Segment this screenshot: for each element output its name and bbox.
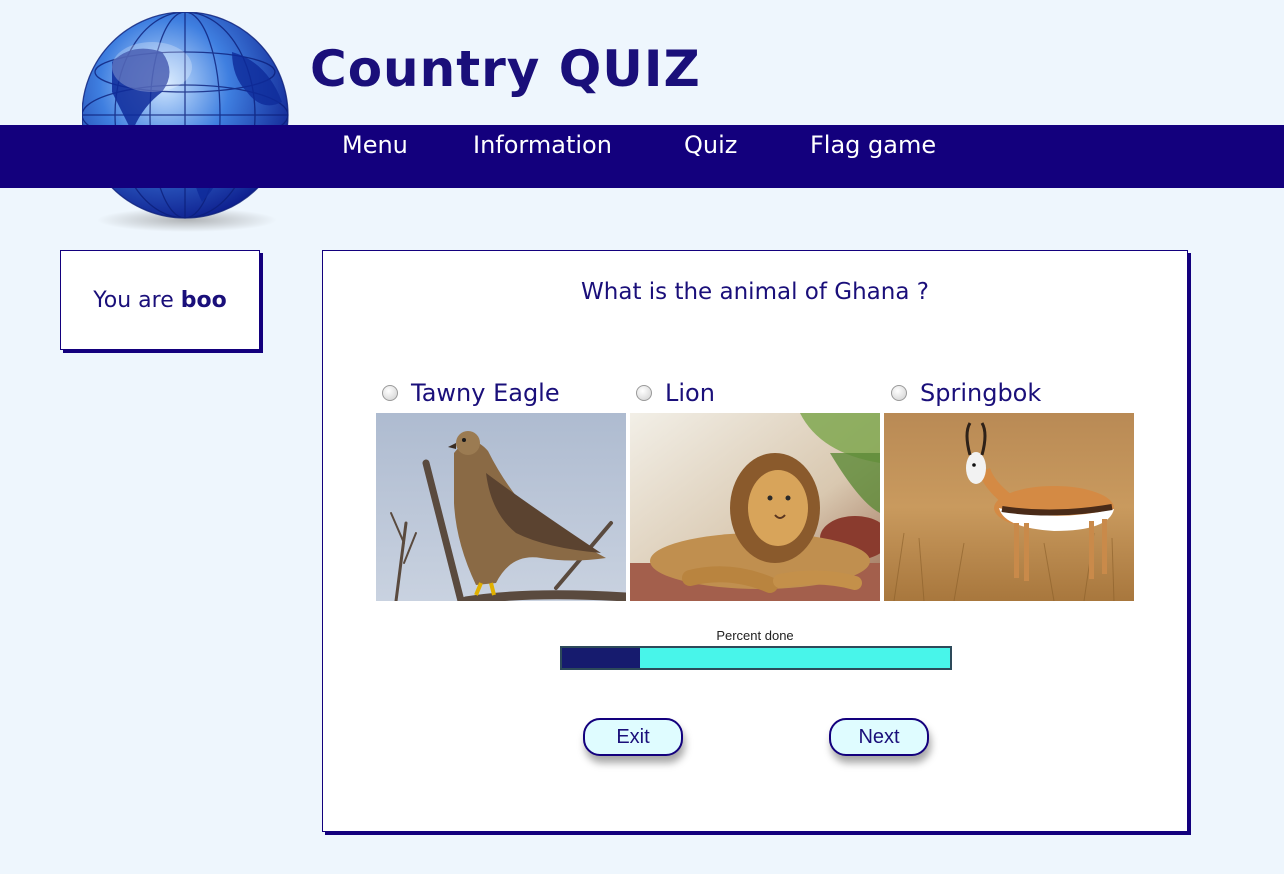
nav-quiz[interactable]: Quiz [684,125,737,188]
user-greeting-prefix: You are [93,287,174,313]
option-tawny-eagle[interactable]: Tawny Eagle [382,375,560,411]
springbok-image[interactable] [884,413,1134,601]
option-lion[interactable]: Lion [636,375,715,411]
user-name: boo [180,287,227,313]
progress-fill [562,648,640,668]
tawny-eagle-image[interactable] [376,413,626,601]
question-text: What is the animal of Ghana ? [581,279,929,305]
quiz-panel: What is the animal of Ghana ? Tawny Eagl… [322,250,1188,832]
nav-information[interactable]: Information [473,125,612,188]
option-radio[interactable] [891,385,907,401]
exit-button[interactable]: Exit [583,718,683,756]
navigation-bar: Menu Information Quiz Flag game [0,125,1284,188]
option-radio[interactable] [382,385,398,401]
option-label: Lion [665,379,715,407]
nav-menu[interactable]: Menu [342,125,408,188]
option-radio[interactable] [636,385,652,401]
progress-caption: Percent done [716,628,794,643]
option-label: Tawny Eagle [411,379,560,407]
lion-image[interactable] [630,413,880,601]
next-button[interactable]: Next [829,718,929,756]
option-label: Springbok [920,379,1042,407]
option-springbok[interactable]: Springbok [891,375,1041,411]
app-title: Country QUIZ [310,40,701,98]
progress-bar [560,646,952,670]
nav-flag-game[interactable]: Flag game [810,125,936,188]
user-greeting-box: You are boo [60,250,260,350]
